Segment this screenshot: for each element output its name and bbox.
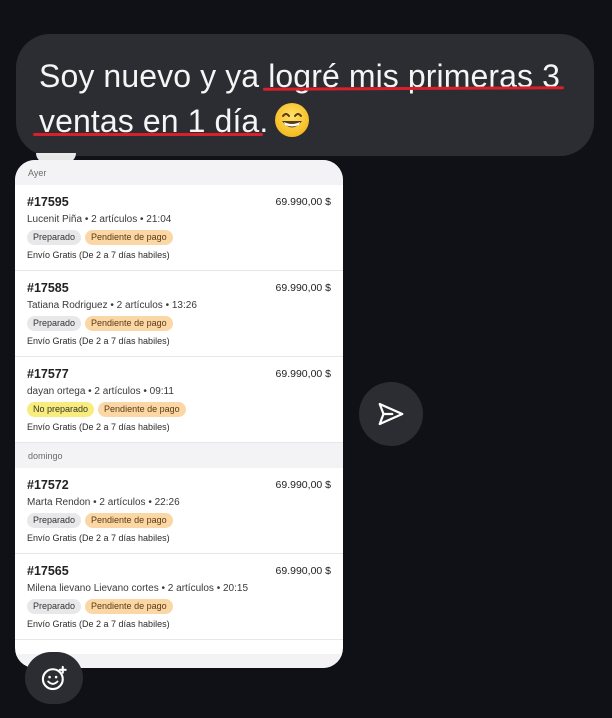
order-row: #17585 69.990,00 $ Tatiana Rodriguez • 2…: [15, 271, 343, 357]
order-tags: Preparado Pendiente de pago: [27, 316, 331, 331]
status-badge: Preparado: [27, 316, 82, 331]
message-bubble[interactable]: Soy nuevo y ya logré mis primeras 3 venta…: [16, 34, 594, 156]
orders-screenshot-image[interactable]: Ayer #17595 69.990,00 $ Lucenit Piña • 2…: [15, 160, 343, 668]
order-price: 69.990,00 $: [275, 479, 331, 491]
payment-badge: Pendiente de pago: [98, 402, 186, 417]
status-badge: No preparado: [27, 402, 95, 417]
order-price: 69.990,00 $: [275, 565, 331, 577]
order-tags: No preparado Pendiente de pago: [27, 402, 331, 417]
status-badge: Preparado: [27, 230, 82, 245]
payment-badge: Pendiente de pago: [85, 599, 173, 614]
order-meta: Marta Rendon • 2 artículos • 22:26: [27, 497, 180, 508]
order-meta: dayan ortega • 2 artículos • 09:11: [27, 386, 174, 397]
order-meta: Lucenit Piña • 2 artículos • 21:04: [27, 214, 172, 225]
order-meta: Milena lievano Lievano cortes • 2 artícu…: [27, 583, 249, 594]
order-row: #17577 69.990,00 $ dayan ortega • 2 artí…: [15, 357, 343, 443]
section-header-ayer: Ayer: [15, 160, 343, 185]
order-price: 69.990,00 $: [275, 282, 331, 294]
order-tags: Preparado Pendiente de pago: [27, 513, 331, 528]
order-shipping: Envío Gratis (De 2 a 7 días habiles): [27, 533, 170, 543]
message-text: Soy nuevo y ya logré mis primeras 3 venta…: [39, 54, 572, 144]
add-reaction-button[interactable]: [25, 652, 83, 704]
add-emoji-reaction-icon: [41, 665, 67, 691]
order-meta: Tatiana Rodriguez • 2 artículos • 13:26: [27, 300, 197, 311]
order-tags: Preparado Pendiente de pago: [27, 599, 331, 614]
message-plain-text: Soy nuevo y ya: [39, 58, 269, 94]
paper-plane-icon: [378, 402, 404, 426]
order-row: #17565 69.990,00 $ Milena lievano Lievan…: [15, 554, 343, 640]
payment-badge: Pendiente de pago: [85, 230, 173, 245]
red-underline-line2: [33, 133, 263, 136]
payment-badge: Pendiente de pago: [85, 513, 173, 528]
order-tags: Preparado Pendiente de pago: [27, 230, 331, 245]
order-shipping: Envío Gratis (De 2 a 7 días habiles): [27, 619, 170, 629]
order-shipping: Envío Gratis (De 2 a 7 días habiles): [27, 336, 170, 346]
status-badge: Preparado: [27, 599, 82, 614]
order-row: #17572 69.990,00 $ Marta Rendon • 2 artí…: [15, 468, 343, 554]
payment-badge: Pendiente de pago: [85, 316, 173, 331]
share-button[interactable]: [359, 382, 423, 446]
status-badge: Preparado: [27, 513, 82, 528]
section-header-domingo: domingo: [15, 443, 343, 468]
order-price: 69.990,00 $: [275, 368, 331, 380]
order-shipping: Envío Gratis (De 2 a 7 días habiles): [27, 250, 170, 260]
order-shipping: Envío Gratis (De 2 a 7 días habiles): [27, 422, 170, 432]
grinning-face-emoji-icon: [275, 103, 310, 137]
chat-screen: Soy nuevo y ya logré mis primeras 3 venta…: [0, 0, 612, 718]
order-row: #17595 69.990,00 $ Lucenit Piña • 2 artí…: [15, 185, 343, 271]
order-price: 69.990,00 $: [275, 196, 331, 208]
